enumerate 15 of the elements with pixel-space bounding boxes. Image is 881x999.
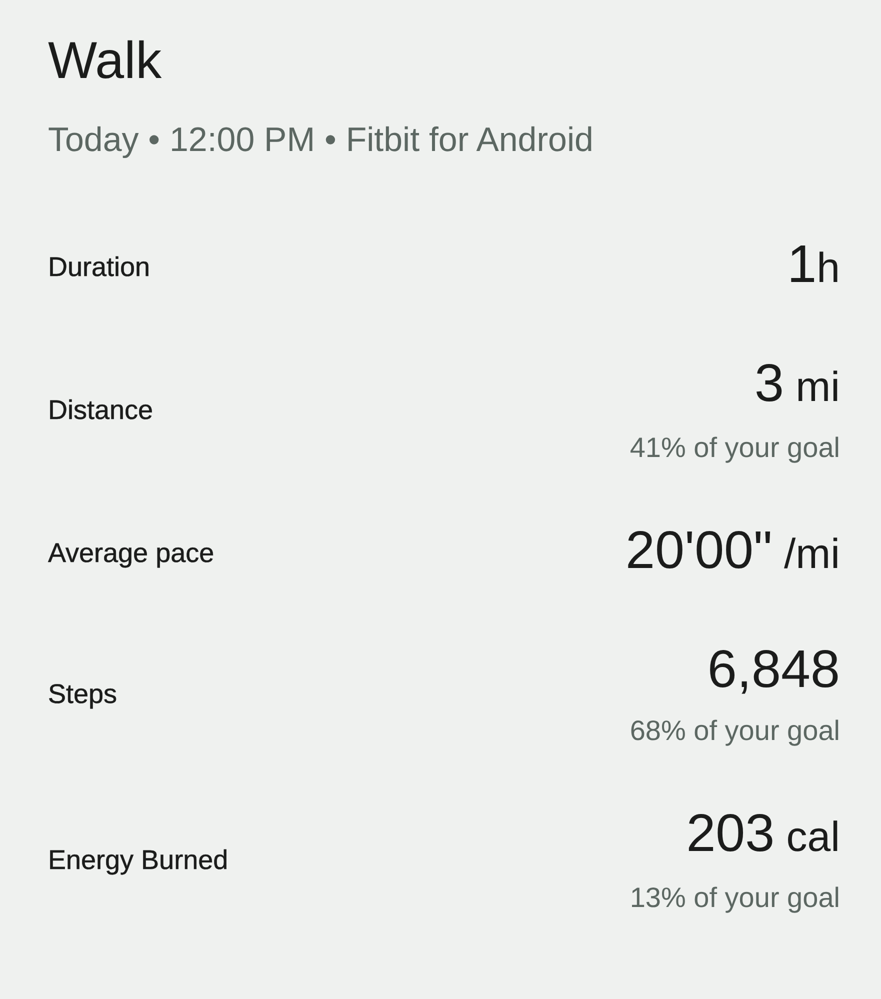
stat-value: 3 mi xyxy=(754,354,840,415)
goal-progress-text: 68% of your goal xyxy=(630,714,840,748)
page-title: Walk xyxy=(48,31,163,92)
goal-progress-text: 13% of your goal xyxy=(630,881,840,915)
stat-value: 20'00" /mi xyxy=(626,521,840,582)
stat-label: Average pace xyxy=(48,536,214,570)
stat-value: 6,848 xyxy=(707,640,840,700)
activity-meta: Today • 12:00 PM • Fitbit for Android xyxy=(48,120,594,161)
stat-label: Distance xyxy=(48,394,154,426)
stat-value: 203 cal xyxy=(686,804,840,865)
stat-label: Energy Burned xyxy=(48,844,228,876)
goal-progress-text: 41% of your goal xyxy=(630,431,840,465)
stat-value: 1h xyxy=(787,235,840,296)
stat-label: Duration xyxy=(48,250,150,284)
stat-label: Steps xyxy=(48,678,118,711)
